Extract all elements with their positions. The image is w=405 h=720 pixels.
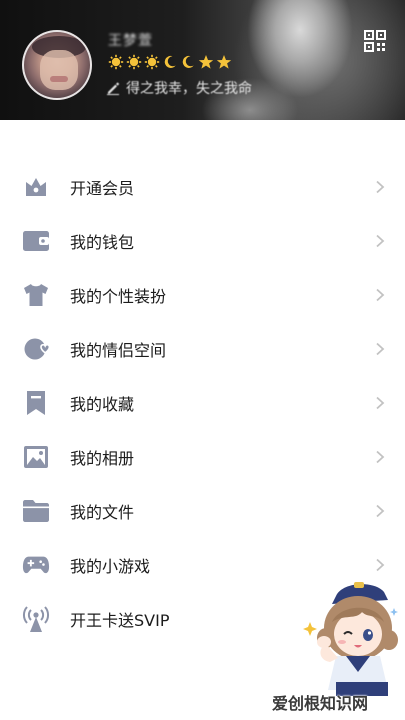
signature[interactable]: 得之我幸，失之我命: [106, 78, 252, 98]
chevron-right-icon: [376, 234, 385, 248]
level-badges[interactable]: [108, 54, 232, 70]
menu-item-label: 我的钱包: [70, 233, 135, 252]
menu-item-wallet[interactable]: 我的钱包: [0, 214, 405, 268]
menu-item-label: 我的收藏: [70, 395, 135, 414]
menu-item-dress-up[interactable]: 我的个性装扮: [0, 268, 405, 322]
moon-icon: [164, 55, 176, 68]
qr-code-icon[interactable]: [364, 30, 386, 52]
crown-icon: [22, 173, 50, 201]
star-icon: [216, 55, 232, 69]
edit-icon: [107, 82, 120, 95]
chevron-right-icon: [376, 504, 385, 518]
wallet-icon: [22, 227, 50, 255]
chevron-right-icon: [376, 558, 385, 572]
chevron-right-icon: [376, 288, 385, 302]
menu-item-favorites[interactable]: 我的收藏: [0, 376, 405, 430]
avatar[interactable]: [22, 30, 92, 100]
bookmark-icon: [22, 389, 50, 417]
profile-header: 王梦萱 得之我幸，失之我命: [0, 0, 405, 120]
menu-item-label: 我的小游戏: [70, 557, 151, 576]
photo-icon: [22, 443, 50, 471]
folder-icon: [22, 497, 50, 525]
menu-item-label: 我的个性装扮: [70, 287, 167, 306]
mascot-illustration[interactable]: [296, 578, 405, 708]
menu-item-label: 我的情侣空间: [70, 341, 167, 360]
username[interactable]: 王梦萱: [108, 30, 153, 49]
signature-text: 得之我幸，失之我命: [126, 81, 252, 97]
moon-icon: [182, 55, 194, 68]
menu-item-label: 我的相册: [70, 449, 135, 468]
menu-item-couple-space[interactable]: 我的情侣空间: [0, 322, 405, 376]
menu-item-files[interactable]: 我的文件: [0, 484, 405, 538]
sun-icon: [144, 54, 160, 70]
chevron-right-icon: [376, 180, 385, 194]
signal-tower-icon: [22, 605, 50, 633]
menu-item-vip[interactable]: 开通会员: [0, 160, 405, 214]
chevron-right-icon: [376, 450, 385, 464]
menu-item-label: 开通会员: [70, 179, 135, 198]
chevron-right-icon: [376, 396, 385, 410]
shirt-icon: [22, 281, 50, 309]
star-icon: [198, 55, 214, 69]
sun-icon: [108, 54, 124, 70]
couple-heart-icon: [22, 335, 50, 363]
menu-item-label: 开王卡送SVIP: [70, 611, 170, 630]
gamepad-icon: [22, 551, 50, 579]
menu-item-album[interactable]: 我的相册: [0, 430, 405, 484]
watermark-text: 爱创根知识网: [272, 694, 369, 713]
chevron-right-icon: [376, 342, 385, 356]
menu-item-label: 我的文件: [70, 503, 135, 522]
sun-icon: [126, 54, 142, 70]
